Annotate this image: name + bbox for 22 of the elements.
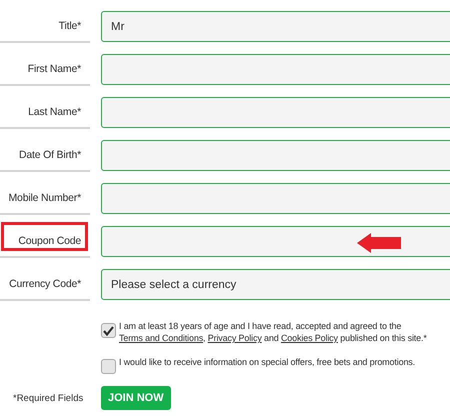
field-label: Coupon Code [18, 235, 81, 247]
consent-text: I am at least 18 years of age and I have read, accepted and agreed to the Terms and Conditions, Privacy Policy and Cookies Policy published on this site.* [119, 320, 428, 344]
policy-link[interactable]: Privacy Policy [208, 333, 262, 343]
input-field[interactable]: Mr [101, 11, 450, 42]
checkbox[interactable] [101, 323, 116, 338]
consent-text: I would like to receive information on special offers, free bets and promotions. [119, 356, 416, 368]
field-label: Mobile Number* [8, 192, 81, 204]
input-field[interactable] [101, 226, 450, 257]
checkbox[interactable] [101, 359, 116, 374]
field-label: Currency Code* [9, 278, 81, 290]
input-field[interactable] [101, 97, 450, 128]
policy-link[interactable]: Terms and Conditions [119, 333, 204, 343]
field-label: Title* [58, 20, 81, 32]
input-field[interactable]: Please select a currency [101, 269, 450, 300]
field-label: Date Of Birth* [19, 149, 81, 161]
field-label: Last Name* [28, 106, 81, 118]
input-field[interactable] [101, 54, 450, 85]
policy-link[interactable]: Cookies Policy [280, 333, 338, 343]
input-field[interactable] [101, 183, 450, 214]
input-field[interactable] [101, 140, 450, 171]
field-label: First Name* [28, 63, 81, 75]
required-note: *Required Fields [12, 392, 84, 404]
